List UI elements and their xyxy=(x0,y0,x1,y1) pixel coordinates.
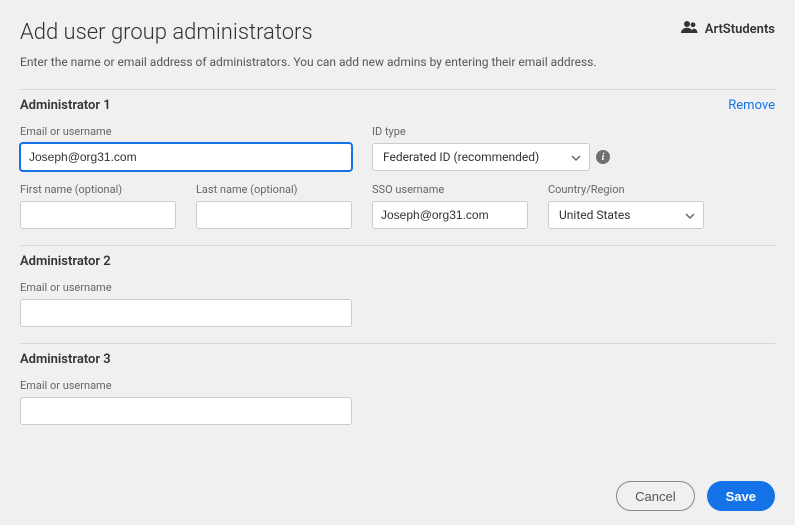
administrator-1-heading: Administrator 1 xyxy=(20,98,111,113)
administrator-1-section: Administrator 1 Remove Email or username… xyxy=(20,90,775,245)
email-label: Email or username xyxy=(20,379,352,392)
group-name: ArtStudents xyxy=(705,22,775,37)
country-region-select[interactable]: United States xyxy=(548,201,704,229)
last-name-input[interactable] xyxy=(196,201,352,229)
sso-username-input[interactable] xyxy=(372,201,528,229)
country-region-value: United States xyxy=(559,208,630,222)
email-input[interactable] xyxy=(20,397,352,425)
id-type-value: Federated ID (recommended) xyxy=(383,150,539,164)
administrator-3-heading: Administrator 3 xyxy=(20,352,111,367)
administrator-3-section: Administrator 3 Email or username xyxy=(20,344,775,441)
users-icon xyxy=(681,20,699,38)
administrator-2-heading: Administrator 2 xyxy=(20,254,111,269)
first-name-label: First name (optional) xyxy=(20,183,176,196)
chevron-down-icon xyxy=(571,152,581,162)
email-label: Email or username xyxy=(20,281,352,294)
cancel-button[interactable]: Cancel xyxy=(616,481,694,511)
email-input[interactable] xyxy=(20,143,352,171)
info-icon[interactable]: i xyxy=(596,150,610,164)
group-badge: ArtStudents xyxy=(681,20,775,38)
first-name-input[interactable] xyxy=(20,201,176,229)
footer-actions: Cancel Save xyxy=(616,481,775,511)
sso-username-label: SSO username xyxy=(372,183,528,196)
administrator-2-section: Administrator 2 Email or username xyxy=(20,246,775,343)
remove-link[interactable]: Remove xyxy=(728,98,775,113)
page-subtitle: Enter the name or email address of admin… xyxy=(20,55,775,69)
country-region-label: Country/Region xyxy=(548,183,704,196)
page-title: Add user group administrators xyxy=(20,20,313,45)
email-input[interactable] xyxy=(20,299,352,327)
id-type-label: ID type xyxy=(372,125,617,138)
chevron-down-icon xyxy=(685,210,695,220)
save-button[interactable]: Save xyxy=(707,481,775,511)
id-type-select[interactable]: Federated ID (recommended) xyxy=(372,143,590,171)
email-label: Email or username xyxy=(20,125,352,138)
last-name-label: Last name (optional) xyxy=(196,183,352,196)
